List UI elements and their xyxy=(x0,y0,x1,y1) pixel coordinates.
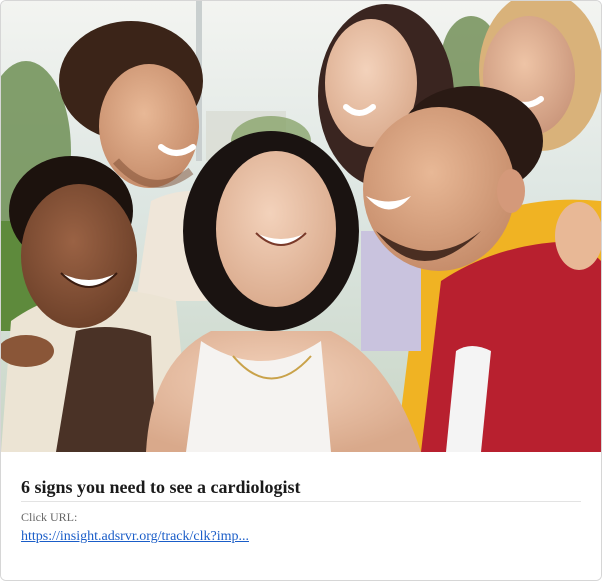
caption-divider xyxy=(21,501,581,502)
group-photo-illustration xyxy=(1,1,601,452)
hero-image[interactable] xyxy=(1,1,601,452)
click-url-label: Click URL: xyxy=(21,510,78,524)
ad-card: 6 signs you need to see a cardiologist C… xyxy=(0,0,602,581)
click-url-link[interactable]: https://insight.adsrvr.org/track/clk?imp… xyxy=(21,528,249,546)
ad-headline[interactable]: 6 signs you need to see a cardiologist xyxy=(21,476,581,498)
ad-caption: 6 signs you need to see a cardiologist C… xyxy=(1,452,601,580)
